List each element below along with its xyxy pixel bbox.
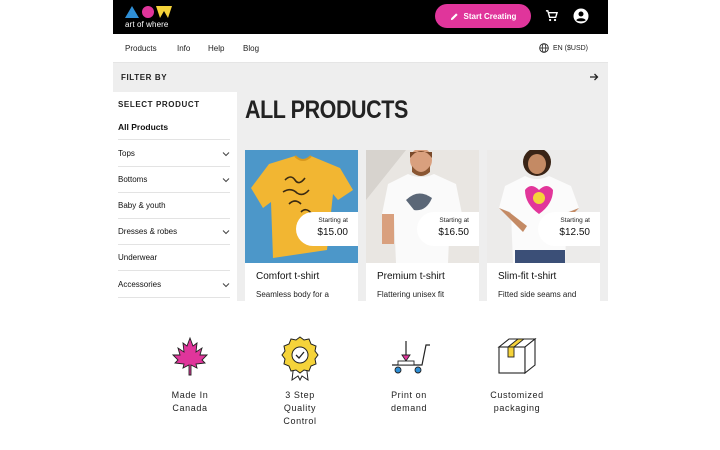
product-grid-area: ALL PRODUCTS Starting at $15.00 Comfort … — [237, 92, 608, 301]
product-image[interactable]: Starting at $16.50 — [366, 150, 479, 263]
product-description: Flattering unisex fit — [377, 290, 445, 299]
globe-icon — [539, 43, 549, 53]
feature-label: 3 Step Quality Control — [283, 390, 317, 426]
product-name[interactable]: Premium t-shirt — [377, 271, 445, 282]
product-card-slim-fit-tshirt[interactable]: Starting at $12.50 Slim-fit t-shirt Fitt… — [487, 150, 600, 301]
product-image[interactable]: Starting at $12.50 — [487, 150, 600, 263]
package-icon — [497, 337, 537, 375]
yellow-tshirt-image — [245, 150, 358, 263]
sidebar-item-label: Baby & youth — [118, 201, 166, 210]
price-value: $16.50 — [438, 227, 469, 238]
filter-bar[interactable]: FILTER BY — [113, 63, 608, 92]
filter-label: FILTER BY — [121, 73, 168, 82]
chevron-down-icon — [222, 282, 230, 287]
pencil-icon — [450, 12, 458, 20]
sidebar-item-label: Bottoms — [118, 175, 148, 184]
feature-made-in-canada: Made In Canada — [145, 335, 235, 415]
print-cart-icon — [392, 341, 430, 374]
sidebar-item-tops[interactable]: Tops — [118, 141, 230, 167]
chevron-down-icon — [222, 229, 230, 234]
product-sidebar: SELECT PRODUCT All Products Tops Bottoms… — [113, 92, 237, 301]
quality-badge-icon — [281, 336, 319, 381]
price-tag: Starting at $12.50 — [538, 212, 600, 246]
top-bar: art of where Start Creating — [113, 0, 608, 34]
brand-logo[interactable]: art of where — [125, 5, 185, 31]
sidebar-item-bottoms[interactable]: Bottoms — [118, 167, 230, 193]
sidebar-item-label: Dresses & robes — [118, 227, 178, 236]
price-value: $12.50 — [559, 227, 590, 238]
sidebar-item-label: All Products — [118, 121, 169, 132]
sidebar-item-label: Accessories — [118, 280, 162, 289]
feature-customized-packaging: Customized packaging — [472, 335, 562, 415]
starting-at-label: Starting at — [439, 217, 469, 224]
maple-leaf-icon — [171, 336, 209, 376]
product-description: Seamless body for a — [256, 290, 329, 299]
price-tag: Starting at $15.00 — [296, 212, 358, 246]
man-white-tshirt-image — [366, 150, 479, 263]
nav-link-help[interactable]: Help — [208, 44, 224, 53]
feature-print-on-demand: Print on demand — [364, 335, 454, 415]
main-nav: Products Info Help Blog EN ($USD) — [113, 34, 608, 63]
features-row: Made In Canada 3 Step Quality Control Pr — [0, 335, 720, 435]
product-description: Fitted side seams and — [498, 290, 577, 299]
feature-label: Print on demand — [390, 390, 428, 413]
chevron-down-icon — [222, 151, 230, 156]
sidebar-title: SELECT PRODUCT — [118, 100, 200, 109]
nav-link-info[interactable]: Info — [177, 44, 190, 53]
language-currency-selector[interactable]: EN ($USD) — [539, 43, 588, 53]
price-value: $15.00 — [317, 227, 348, 238]
nav-link-products[interactable]: Products — [125, 44, 157, 53]
logo-mark — [125, 6, 172, 18]
feature-label: Made In Canada — [171, 390, 209, 413]
product-image[interactable]: Starting at $15.00 — [245, 150, 358, 263]
starting-at-label: Starting at — [318, 217, 348, 224]
user-icon[interactable] — [573, 8, 589, 24]
woman-white-tshirt-image — [487, 150, 600, 263]
product-name[interactable]: Comfort t-shirt — [256, 271, 319, 282]
sidebar-item-label: Underwear — [118, 253, 158, 262]
sidebar-item-dresses-robes[interactable]: Dresses & robes — [118, 219, 230, 245]
product-card-comfort-tshirt[interactable]: Starting at $15.00 Comfort t-shirt Seaml… — [245, 150, 358, 301]
sidebar-item-underwear[interactable]: Underwear — [118, 245, 230, 271]
start-creating-button[interactable]: Start Creating — [435, 4, 531, 28]
sidebar-item-baby-youth[interactable]: Baby & youth — [118, 193, 230, 219]
start-creating-label: Start Creating — [463, 11, 517, 21]
logo-text: art of where — [125, 20, 169, 29]
product-card-premium-tshirt[interactable]: Starting at $16.50 Premium t-shirt Flatt… — [366, 150, 479, 301]
sidebar-item-all-products[interactable]: All Products — [118, 114, 230, 140]
arrow-right-icon[interactable] — [589, 72, 599, 82]
starting-at-label: Starting at — [560, 217, 590, 224]
product-name[interactable]: Slim-fit t-shirt — [498, 271, 556, 282]
nav-link-blog[interactable]: Blog — [243, 44, 259, 53]
price-tag: Starting at $16.50 — [417, 212, 479, 246]
chevron-down-icon — [222, 177, 230, 182]
cart-icon[interactable] — [545, 9, 558, 22]
page-title: ALL PRODUCTS — [245, 96, 408, 124]
language-label: EN ($USD) — [553, 44, 589, 52]
sidebar-item-accessories[interactable]: Accessories — [118, 272, 230, 298]
sidebar-item-label: Tops — [118, 149, 135, 158]
feature-label: Customized packaging — [490, 390, 544, 413]
feature-quality-control: 3 Step Quality Control — [255, 335, 345, 428]
